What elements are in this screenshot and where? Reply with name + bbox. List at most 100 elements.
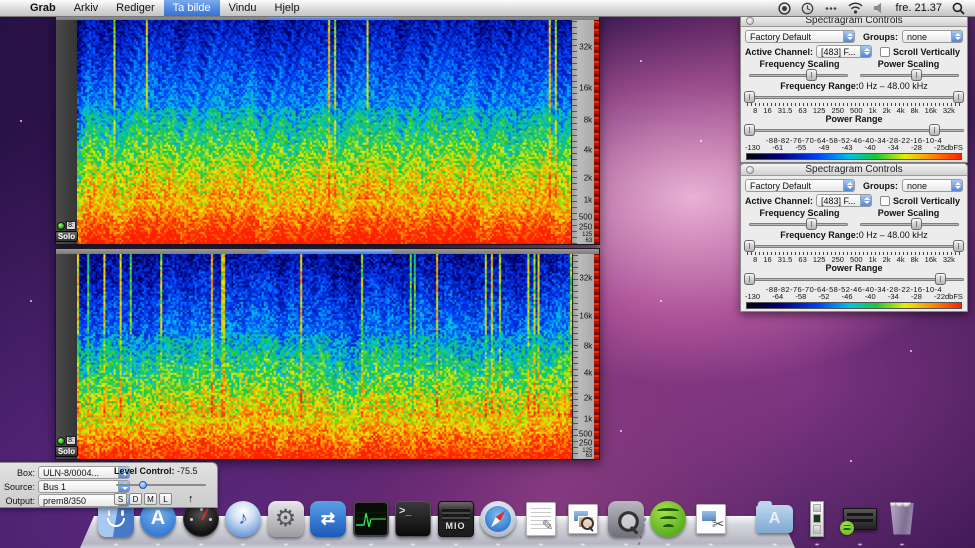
dock-itunes-icon[interactable]: ♪ [224, 499, 263, 538]
frequency-range-slider[interactable] [744, 91, 964, 103]
l-button[interactable]: L [159, 493, 172, 505]
solo-button[interactable]: Solo [55, 446, 78, 457]
input-menu-icon[interactable] [824, 2, 838, 15]
preset-popup[interactable]: Factory Default [745, 179, 855, 192]
dock-terminal-icon[interactable]: >_ [394, 499, 433, 538]
range-max-thumb[interactable] [953, 91, 964, 103]
range-max-thumb[interactable] [953, 240, 964, 252]
palette-titlebar[interactable]: Spectragram Controls [741, 164, 967, 176]
solo-button[interactable]: Solo [55, 231, 78, 242]
scroll-vertically-checkbox[interactable] [880, 196, 890, 206]
slider-thumb[interactable] [911, 69, 922, 81]
menu-vindu[interactable]: Vindu [220, 0, 266, 16]
overload-strip [594, 15, 599, 244]
range-min-thumb[interactable] [744, 91, 755, 103]
scale-label: -58 [795, 292, 806, 301]
menu-rediger[interactable]: Rediger [107, 0, 164, 16]
frequency-tick-labels: 8 16 31.5 63 125 250 500 1k 2k 4k 8k 16k… [741, 106, 967, 113]
frequency-ruler: 32k 16k 8k 4k 2k 1k 500 250 125 63 [571, 15, 594, 244]
menu-grab[interactable]: Grab [21, 0, 65, 16]
frequency-scaling-slider[interactable] [749, 69, 848, 81]
channel-active-led[interactable] [57, 437, 65, 445]
active-channel-popup[interactable]: [483] F... [816, 194, 872, 207]
menu-hjelp[interactable]: Hjelp [266, 0, 309, 16]
range-min-thumb[interactable] [744, 124, 755, 136]
dock-safari-icon[interactable] [479, 499, 518, 538]
spotify-badge-icon [840, 521, 854, 535]
time-machine-icon[interactable] [801, 2, 814, 15]
slider-thumb[interactable] [806, 218, 817, 230]
up-arrow-icon[interactable]: ↑ [188, 493, 194, 505]
freq-label-500: 500 [579, 212, 592, 221]
popup-arrows-icon [860, 46, 871, 57]
dock-scope-meter-icon[interactable] [351, 499, 390, 538]
menu-arkiv[interactable]: Arkiv [65, 0, 107, 16]
scroll-thumb[interactable] [268, 250, 393, 253]
slider-thumb[interactable] [911, 218, 922, 230]
channel-active-led[interactable] [57, 222, 65, 230]
dock-preview-icon[interactable] [564, 499, 603, 538]
frequency-range-value: 0 Hz – 48.00 kHz [859, 81, 928, 91]
volume-icon[interactable] [873, 2, 886, 14]
dock-hardware-rack-icon[interactable] [840, 499, 879, 538]
color-scale-labels: -130 -61 -55 -49 -43 -40 -34 -28 -25dbFS [741, 143, 967, 152]
level-control-slider[interactable] [116, 481, 206, 489]
freq-label-500: 500 [579, 429, 592, 438]
menu-clock[interactable]: fre. 21.37 [896, 2, 942, 14]
freq-label-2k: 2k [584, 173, 592, 182]
dock-spotify-icon[interactable] [649, 499, 688, 538]
popup-arrows-icon [951, 31, 962, 42]
dock-device-stack-icon[interactable] [798, 499, 837, 538]
power-scaling-label: Power Scaling [854, 59, 963, 69]
scroll-vertically-checkbox[interactable] [880, 47, 890, 57]
groups-label: Groups: [863, 32, 898, 42]
close-icon[interactable] [746, 166, 754, 174]
channel-tag[interactable]: 8: [66, 436, 76, 445]
frequency-scaling-slider[interactable] [749, 218, 848, 230]
frequency-range-slider[interactable] [744, 240, 964, 252]
preset-popup[interactable]: Factory Default [745, 30, 855, 43]
freq-label-16k: 16k [579, 312, 592, 321]
menu-ta-bilde[interactable]: Ta bilde [164, 0, 220, 16]
dock-magnifier-utility-icon[interactable] [606, 499, 645, 538]
palette-title: Spectragram Controls [741, 164, 967, 175]
power-scaling-slider[interactable] [860, 218, 959, 230]
groups-popup[interactable]: none [902, 30, 963, 43]
scale-label: -34 [888, 143, 899, 152]
wifi-icon[interactable] [848, 2, 863, 14]
range-max-thumb[interactable] [935, 273, 946, 285]
record-icon[interactable] [778, 2, 791, 15]
dock-trash-icon[interactable] [883, 499, 922, 538]
range-min-thumb[interactable] [744, 273, 755, 285]
range-min-thumb[interactable] [744, 240, 755, 252]
freq-label-63: 63 [585, 238, 592, 244]
channel-tag[interactable]: 8: [66, 221, 76, 230]
power-range-slider[interactable] [744, 124, 964, 136]
slider-thumb[interactable] [806, 69, 817, 81]
d-button[interactable]: D [129, 493, 142, 505]
dock-grab-icon[interactable]: ✂ [691, 499, 730, 538]
horizontal-scrollbar[interactable] [56, 249, 599, 254]
close-icon[interactable] [746, 17, 754, 25]
color-scale-gradient [746, 153, 962, 160]
power-scaling-slider[interactable] [860, 69, 959, 81]
dock-mio-console-icon[interactable]: MIO [436, 499, 475, 538]
power-tick-labels: -88-82-76-70-64-58-52-46-40-34-28-22-16-… [741, 285, 967, 292]
box-value: ULN-8/0004... [39, 468, 118, 478]
spotlight-icon[interactable] [952, 2, 965, 15]
active-channel-popup[interactable]: [483] F... [816, 45, 872, 58]
dock-applications-folder-icon[interactable]: A [755, 499, 794, 538]
active-channel-label: Active Channel: [745, 47, 813, 57]
groups-popup[interactable]: none [902, 179, 963, 192]
s-button[interactable]: S [114, 493, 127, 505]
freq-label-16k: 16k [579, 84, 592, 93]
power-range-slider[interactable] [744, 273, 964, 285]
groups-label: Groups: [863, 181, 898, 191]
dock-teamviewer-icon[interactable]: ⇄ [309, 499, 348, 538]
scale-label: -64 [772, 292, 783, 301]
dock-system-preferences-icon[interactable]: ⚙ [266, 499, 305, 538]
dock-textedit-icon[interactable]: ✎ [521, 499, 560, 538]
range-max-thumb[interactable] [929, 124, 940, 136]
m-button[interactable]: M [144, 493, 157, 505]
level-thumb[interactable] [139, 481, 147, 489]
